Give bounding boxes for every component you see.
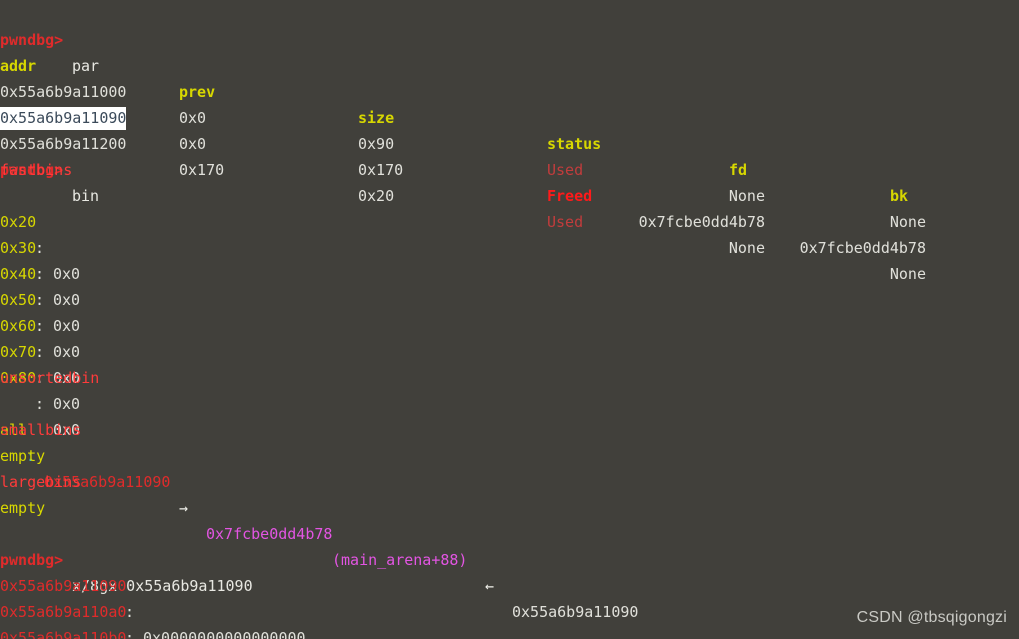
fastbin-separator: : xyxy=(35,265,54,283)
cell-fd: None xyxy=(728,239,765,257)
memory-word-1: 0x0000000000000000 xyxy=(143,629,306,639)
heap-table-header: addr prev size status fd bk xyxy=(0,27,908,205)
largebins-title: largebins xyxy=(0,473,82,491)
status-badge: Freed xyxy=(547,187,593,205)
unsortedbin-back-addr: 0x55a6b9a11090 xyxy=(512,603,639,621)
fastbins-title: fastbins xyxy=(0,161,73,179)
column-header-prev: prev xyxy=(179,83,216,101)
memory-dump-row: 0x55a6b9a11090 : 0x0000000000000000 0x00… xyxy=(0,547,306,639)
table-row[interactable]: 0x55a6b9a11200 0x170 0x20 Used None None xyxy=(0,105,926,283)
memory-dump-row: 0x55a6b9a110b0 : 0x6161616161616161 0x61… xyxy=(0,599,126,639)
cell-prev: 0x170 xyxy=(179,161,225,179)
list-item: 0x50 : 0x0 xyxy=(0,261,80,361)
fastbin-separator: : xyxy=(35,291,54,309)
memory-dump-row: 0x55a6b9a110c0 : 0x6161616161616161 0x61… xyxy=(0,625,36,639)
watermark: CSDN @tbsqigongzi xyxy=(856,609,1007,626)
unsortedbin-arena-addr: 0x7fcbe0dd4b78 xyxy=(206,525,333,543)
arrow-left-icon: ← xyxy=(485,577,495,595)
list-item: 0x70 : 0x0 xyxy=(0,313,80,413)
command-line-bin: pwndbg> bin xyxy=(0,131,99,205)
command-line-examine: pwndbg> x/8gx 0x55a6b9a11090 xyxy=(0,521,253,595)
cell-size: 0x20 xyxy=(358,187,395,205)
cell-prev: 0x0 xyxy=(179,135,207,153)
command-text-bin: bin xyxy=(72,187,100,205)
column-header-fd: fd xyxy=(729,161,748,179)
list-item: 0x30 : 0x0 xyxy=(0,209,80,309)
memory-dump-row: 0x55a6b9a110a0 : 0x00007fcbe0dd4b78 0x00… xyxy=(0,573,134,639)
cell-prev: 0x0 xyxy=(179,109,207,127)
cell-size: 0x90 xyxy=(358,135,395,153)
command-line-parseheap: pwndbg> par xyxy=(0,1,99,75)
fastbin-separator: : xyxy=(35,343,54,361)
status-badge: Used xyxy=(547,213,584,231)
list-item: 0x80 : 0x0 xyxy=(0,339,80,439)
fastbin-value: 0x0 xyxy=(53,265,81,283)
unsortedbin-entry: all : 0x55a6b9a11090 → 0x7fcbe0dd4b78 (m… xyxy=(0,391,638,621)
arrow-right-icon: → xyxy=(179,499,189,517)
list-item: 0x60 : 0x0 xyxy=(0,287,80,387)
column-header-size: size xyxy=(358,109,395,127)
terminal-window[interactable]: pwndbg> par addr prev size status fd bk … xyxy=(0,0,1019,639)
unsortedbin-arena-name: (main_arena+88) xyxy=(332,551,468,569)
list-item: 0x40 : 0x0 xyxy=(0,235,80,335)
list-item: 0x20 : 0x0 xyxy=(0,183,80,283)
unsortedbin-title: unsortedbin xyxy=(0,369,100,387)
smallbins-title: smallbins xyxy=(0,421,82,439)
column-header-bk: bk xyxy=(890,187,909,205)
fastbin-separator: : xyxy=(35,395,54,413)
smallbins-value: empty xyxy=(0,447,46,465)
fastbin-separator: : xyxy=(35,239,54,257)
largebins-value: empty xyxy=(0,499,46,517)
cell-size: 0x170 xyxy=(358,161,404,179)
fastbin-value: 0x0 xyxy=(53,395,81,413)
column-header-status: status xyxy=(547,135,602,153)
cell-fd: 0x7fcbe0dd4b78 xyxy=(638,213,765,231)
fastbin-value: 0x0 xyxy=(53,343,81,361)
command-text-parseheap: par xyxy=(72,57,100,75)
cell-bk: None xyxy=(889,265,926,283)
table-row[interactable]: 0x55a6b9a11090 0x0 0x170 Freed 0x7fcbe0d… xyxy=(0,79,926,257)
fastbin-value: 0x0 xyxy=(53,317,81,335)
table-row[interactable]: 0x55a6b9a11000 0x0 0x90 Used None None xyxy=(0,53,926,231)
status-badge: Used xyxy=(547,161,584,179)
fastbin-separator: : xyxy=(35,317,54,335)
fastbin-value: 0x0 xyxy=(53,291,81,309)
